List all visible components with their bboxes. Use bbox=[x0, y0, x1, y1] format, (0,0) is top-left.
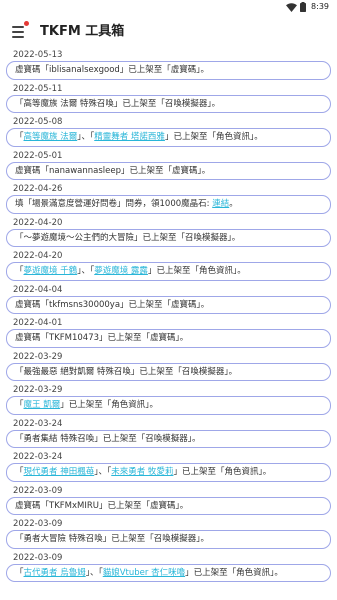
news-entry: 2022-04-26 填「場景滿意度營運好問卷」問券，領1000魔晶石: 連結。 bbox=[0, 184, 337, 218]
news-link[interactable]: 夢遊魔境 露露 bbox=[94, 266, 148, 276]
news-link[interactable]: 夢遊魔境 千鶴 bbox=[24, 266, 78, 276]
news-text: 「 bbox=[15, 467, 24, 477]
news-card: 「古代勇者 烏魯姆」、「貓娘Vtuber 杏仁咪嚕」已上架至「角色資訊」。 bbox=[6, 563, 331, 582]
news-entry: 2022-05-01 虛寶碼「nanawannasleep」已上架至「虛寶碼」。 bbox=[0, 151, 337, 185]
app-title: TKFM 工具箱 bbox=[40, 24, 125, 39]
news-date: 2022-03-09 bbox=[13, 519, 63, 529]
news-date: 2022-03-09 bbox=[13, 552, 63, 563]
news-date: 2022-04-04 bbox=[13, 284, 63, 295]
news-text: 」已上架至「角色資訊」。 bbox=[185, 567, 283, 578]
news-entry: 2022-03-29 「魔王 凱爾」已上架至「角色資訊」。 bbox=[0, 385, 337, 419]
hamburger-icon bbox=[12, 26, 24, 28]
news-date: 2022-05-01 bbox=[13, 150, 63, 161]
news-date: 2022-05-11 bbox=[13, 83, 63, 94]
news-date: 2022-05-13 bbox=[13, 50, 63, 60]
news-text: 「 bbox=[15, 132, 24, 142]
news-card: 「魔王 凱爾」已上架至「角色資訊」。 bbox=[6, 396, 331, 415]
news-text: 「 bbox=[15, 400, 24, 410]
news-entry: 2022-04-01 虛寶碼「TKFM10473」已上架至「虛寶碼」。 bbox=[0, 318, 337, 352]
news-entry: 2022-04-20 「〜夢遊魔境〜公主們的大冒險」已上架至「召喚模擬器」。 bbox=[0, 218, 337, 252]
news-date: 2022-03-29 bbox=[13, 385, 63, 395]
news-text: 虛寶碼「iblisanalsexgood」已上架至「虛寶碼」。 bbox=[15, 65, 210, 75]
news-date: 2022-04-20 bbox=[13, 217, 63, 228]
status-icons: 8:39 bbox=[286, 1, 329, 13]
news-text: 」、「 bbox=[85, 567, 103, 578]
news-card: 「高等魔族 法爾 特殊召喚」已上架至「召喚模擬器」。 bbox=[6, 94, 331, 113]
news-text: 「〜夢遊魔境〜公主們的大冒險」已上架至「召喚模擬器」。 bbox=[15, 232, 241, 243]
news-card: 虛寶碼「iblisanalsexgood」已上架至「虛寶碼」。 bbox=[6, 61, 331, 80]
news-text: 虛寶碼「TKFM10473」已上架至「虛寶碼」。 bbox=[15, 333, 189, 343]
notification-dot bbox=[24, 21, 29, 26]
wifi-icon bbox=[286, 2, 298, 12]
news-text: 」已上架至「角色資訊」。 bbox=[173, 467, 272, 477]
news-card: 「勇者集結 特殊召喚」已上架至「召喚模擬器」。 bbox=[6, 429, 331, 448]
news-date: 2022-03-29 bbox=[13, 351, 63, 362]
news-card: 「高等魔族 法爾」、「精靈舞者 塔諾西雅」已上架至「角色資訊」。 bbox=[6, 128, 331, 147]
hamburger-icon-bar bbox=[12, 31, 24, 33]
news-entry: 2022-03-09 「勇者大冒險 特殊召喚」已上架至「召喚模擬器」。 bbox=[0, 519, 337, 553]
news-link[interactable]: 未來勇者 牧愛莉 bbox=[111, 467, 173, 477]
news-entry: 2022-03-24 「現代勇者 神田楓苺」、「未來勇者 牧愛莉」已上架至「角色資… bbox=[0, 452, 337, 486]
news-date: 2022-03-24 bbox=[13, 418, 63, 429]
news-link[interactable]: 現代勇者 神田楓苺 bbox=[24, 467, 95, 477]
news-text: 虛寶碼「nanawannasleep」已上架至「虛寶碼」。 bbox=[15, 165, 211, 176]
news-link[interactable]: 古代勇者 烏魯姆 bbox=[24, 568, 86, 578]
news-date: 2022-04-26 bbox=[13, 184, 63, 194]
news-entry: 2022-03-29 「最強最惡 絕對凱爾 特殊召喚」已上架至「召喚模擬器」。 bbox=[0, 352, 337, 386]
news-text: 「 bbox=[15, 567, 24, 578]
news-entry: 2022-03-24 「勇者集結 特殊召喚」已上架至「召喚模擬器」。 bbox=[0, 419, 337, 453]
news-entry: 2022-04-04 虛寶碼「tkfmsns30000ya」已上架至「虛寶碼」。 bbox=[0, 285, 337, 319]
news-card: 虛寶碼「nanawannasleep」已上架至「虛寶碼」。 bbox=[6, 161, 331, 180]
news-text: 虛寶碼「tkfmsns30000ya」已上架至「虛寶碼」。 bbox=[15, 299, 210, 310]
news-date: 2022-05-08 bbox=[13, 117, 63, 127]
news-entry: 2022-05-08 「高等魔族 法爾」、「精靈舞者 塔諾西雅」已上架至「角色資訊… bbox=[0, 117, 337, 151]
news-text: 「勇者大冒險 特殊召喚」已上架至「召喚模擬器」。 bbox=[15, 534, 209, 544]
news-card: 「最強最惡 絕對凱爾 特殊召喚」已上架至「召喚模擬器」。 bbox=[6, 362, 331, 381]
news-text: 。 bbox=[229, 199, 238, 209]
news-text: 」已上架至「角色資訊」。 bbox=[164, 132, 263, 142]
news-text: 「 bbox=[15, 266, 24, 276]
news-text: 「高等魔族 法爾 特殊召喚」已上架至「召喚模擬器」。 bbox=[15, 98, 221, 109]
news-entry: 2022-05-13 虛寶碼「iblisanalsexgood」已上架至「虛寶碼」… bbox=[0, 50, 337, 84]
news-date: 2022-03-09 bbox=[13, 485, 63, 496]
menu-button[interactable] bbox=[11, 21, 29, 40]
news-card: 虛寶碼「TKFM10473」已上架至「虛寶碼」。 bbox=[6, 329, 331, 348]
news-text: 」、「 bbox=[77, 266, 95, 276]
news-entry: 2022-03-09 「古代勇者 烏魯姆」、「貓娘Vtuber 杏仁咪嚕」已上架至… bbox=[0, 553, 337, 587]
news-card: 「現代勇者 神田楓苺」、「未來勇者 牧愛莉」已上架至「角色資訊」。 bbox=[6, 463, 331, 482]
news-link[interactable]: 連結 bbox=[212, 199, 229, 209]
news-text: 填「場景滿意度營運好問卷」問券，領1000魔晶石: bbox=[15, 199, 213, 209]
status-bar: 8:39 bbox=[0, 0, 337, 14]
news-card: 「夢遊魔境 千鶴」、「夢遊魔境 露露」已上架至「角色資訊」。 bbox=[6, 262, 331, 281]
news-text: 「最強最惡 絕對凱爾 特殊召喚」已上架至「召喚模擬器」。 bbox=[15, 366, 238, 377]
news-link[interactable]: 精靈舞者 塔諾西雅 bbox=[94, 132, 165, 142]
hamburger-icon-bar bbox=[12, 36, 24, 38]
news-text: 」已上架至「角色資訊」。 bbox=[60, 400, 158, 410]
news-link[interactable]: 魔王 凱爾 bbox=[24, 400, 61, 410]
app-bar: TKFM 工具箱 bbox=[0, 14, 337, 50]
news-card: 虛寶碼「TKFMxMIRU」已上架至「虛寶碼」。 bbox=[6, 496, 331, 515]
news-text: 」、「 bbox=[94, 467, 112, 477]
news-text: 」、「 bbox=[77, 132, 95, 142]
news-card: 虛寶碼「tkfmsns30000ya」已上架至「虛寶碼」。 bbox=[6, 295, 331, 314]
status-time: 8:39 bbox=[311, 2, 329, 11]
news-date: 2022-03-24 bbox=[13, 452, 63, 462]
news-card: 「〜夢遊魔境〜公主們的大冒險」已上架至「召喚模擬器」。 bbox=[6, 228, 331, 247]
news-entry: 2022-04-20 「夢遊魔境 千鶴」、「夢遊魔境 露露」已上架至「角色資訊」。 bbox=[0, 251, 337, 285]
news-card: 「勇者大冒險 特殊召喚」已上架至「召喚模擬器」。 bbox=[6, 530, 331, 549]
news-link[interactable]: 貓娘Vtuber 杏仁咪嚕 bbox=[103, 568, 185, 578]
news-text: 虛寶碼「TKFMxMIRU」已上架至「虛寶碼」。 bbox=[15, 500, 189, 511]
news-date: 2022-04-20 bbox=[13, 251, 63, 261]
news-date: 2022-04-01 bbox=[13, 318, 63, 328]
news-text: 」已上架至「角色資訊」。 bbox=[147, 266, 246, 276]
news-entry: 2022-05-11 「高等魔族 法爾 特殊召喚」已上架至「召喚模擬器」。 bbox=[0, 84, 337, 118]
battery-icon bbox=[300, 2, 307, 12]
news-text: 「勇者集結 特殊召喚」已上架至「召喚模擬器」。 bbox=[15, 433, 201, 444]
news-entry: 2022-03-09 虛寶碼「TKFMxMIRU」已上架至「虛寶碼」。 bbox=[0, 486, 337, 520]
news-card: 填「場景滿意度營運好問卷」問券，領1000魔晶石: 連結。 bbox=[6, 195, 331, 214]
news-link[interactable]: 高等魔族 法爾 bbox=[24, 132, 78, 142]
